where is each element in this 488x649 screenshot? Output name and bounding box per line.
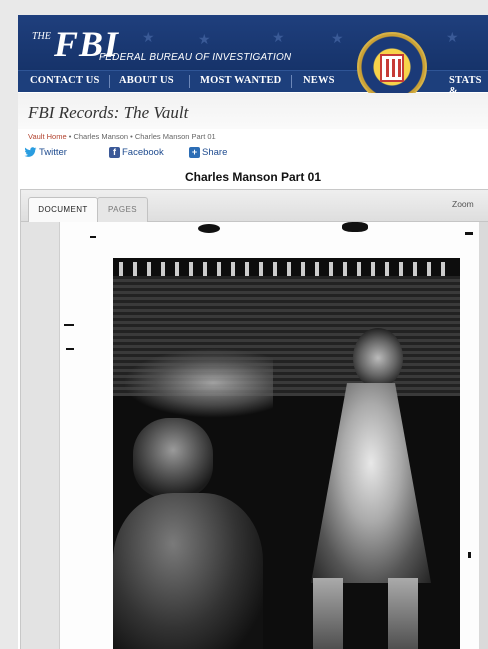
page-title: FBI Records: The Vault	[28, 103, 189, 122]
scan-artifact	[465, 232, 473, 235]
star-decoration: ★	[331, 30, 344, 46]
scan-artifact	[64, 324, 74, 326]
document-viewer: DOCUMENT PAGES Zoom	[20, 189, 488, 649]
facebook-label: Facebook	[122, 147, 164, 158]
person-head	[353, 328, 403, 388]
scan-artifact	[66, 348, 74, 350]
binding-holes	[119, 262, 449, 276]
document-page-image	[59, 222, 479, 649]
scan-artifact	[198, 224, 220, 233]
browser-page: ★ ★ ★ ★ ★ THE FBI FEDERAL BUREAU OF INVE…	[18, 15, 488, 649]
nav-most-wanted[interactable]: MOST WANTED	[200, 75, 281, 86]
twitter-label: Twitter	[39, 147, 67, 158]
star-decoration: ★	[446, 29, 459, 45]
share-label: Share	[202, 147, 228, 158]
zoom-control[interactable]: Zoom	[452, 199, 474, 209]
facebook-icon: f	[109, 147, 120, 158]
page-scroll-area[interactable]	[21, 222, 488, 649]
share-button[interactable]: + Share	[189, 147, 227, 158]
vault-title-bar: FBI Records: The Vault	[18, 93, 488, 129]
nav-divider	[109, 75, 110, 88]
scanned-photograph	[113, 258, 460, 649]
viewer-left-rail	[21, 222, 59, 649]
star-decoration: ★	[198, 31, 211, 47]
breadcrumb-current: Charles Manson Part 01	[134, 132, 216, 141]
person-head	[133, 418, 213, 498]
viewer-toolbar: DOCUMENT PAGES Zoom	[21, 190, 488, 222]
breadcrumb: Vault Home • Charles Manson • Charles Ma…	[28, 132, 216, 141]
breadcrumb-separator: •	[128, 132, 135, 141]
scan-artifact	[90, 236, 96, 238]
breadcrumb-charles-manson[interactable]: Charles Manson	[73, 132, 128, 141]
twitter-share[interactable]: Twitter	[24, 147, 67, 158]
nav-news[interactable]: NEWS	[303, 75, 335, 86]
person-body	[113, 493, 263, 649]
document-title: Charles Manson Part 01	[184, 170, 322, 184]
person-leg	[313, 578, 343, 649]
star-decoration: ★	[272, 29, 285, 45]
tab-pages[interactable]: PAGES	[97, 197, 148, 222]
scan-artifact	[468, 552, 471, 558]
plus-share-icon: +	[189, 147, 200, 158]
tab-document[interactable]: DOCUMENT	[28, 197, 98, 222]
fbi-seal-icon	[357, 32, 427, 102]
star-decoration: ★	[142, 29, 155, 45]
breadcrumb-home-link[interactable]: Vault Home	[28, 132, 67, 141]
person-dress	[311, 383, 431, 583]
logo-the-text: THE	[32, 31, 51, 42]
nav-about-us[interactable]: ABOUT US	[119, 75, 174, 86]
nav-divider	[291, 75, 292, 88]
nav-contact-us[interactable]: CONTACT US	[30, 75, 100, 86]
logo-subtitle: FEDERAL BUREAU OF INVESTIGATION	[99, 52, 292, 63]
scan-artifact	[342, 222, 368, 232]
seal-shield-icon	[380, 54, 404, 82]
twitter-icon	[24, 147, 37, 157]
social-links: Twitter f Facebook + Share	[24, 147, 324, 161]
person-leg	[388, 578, 418, 649]
nav-divider	[189, 75, 190, 88]
facebook-share[interactable]: f Facebook	[109, 147, 164, 158]
photo-highlight	[123, 348, 273, 418]
